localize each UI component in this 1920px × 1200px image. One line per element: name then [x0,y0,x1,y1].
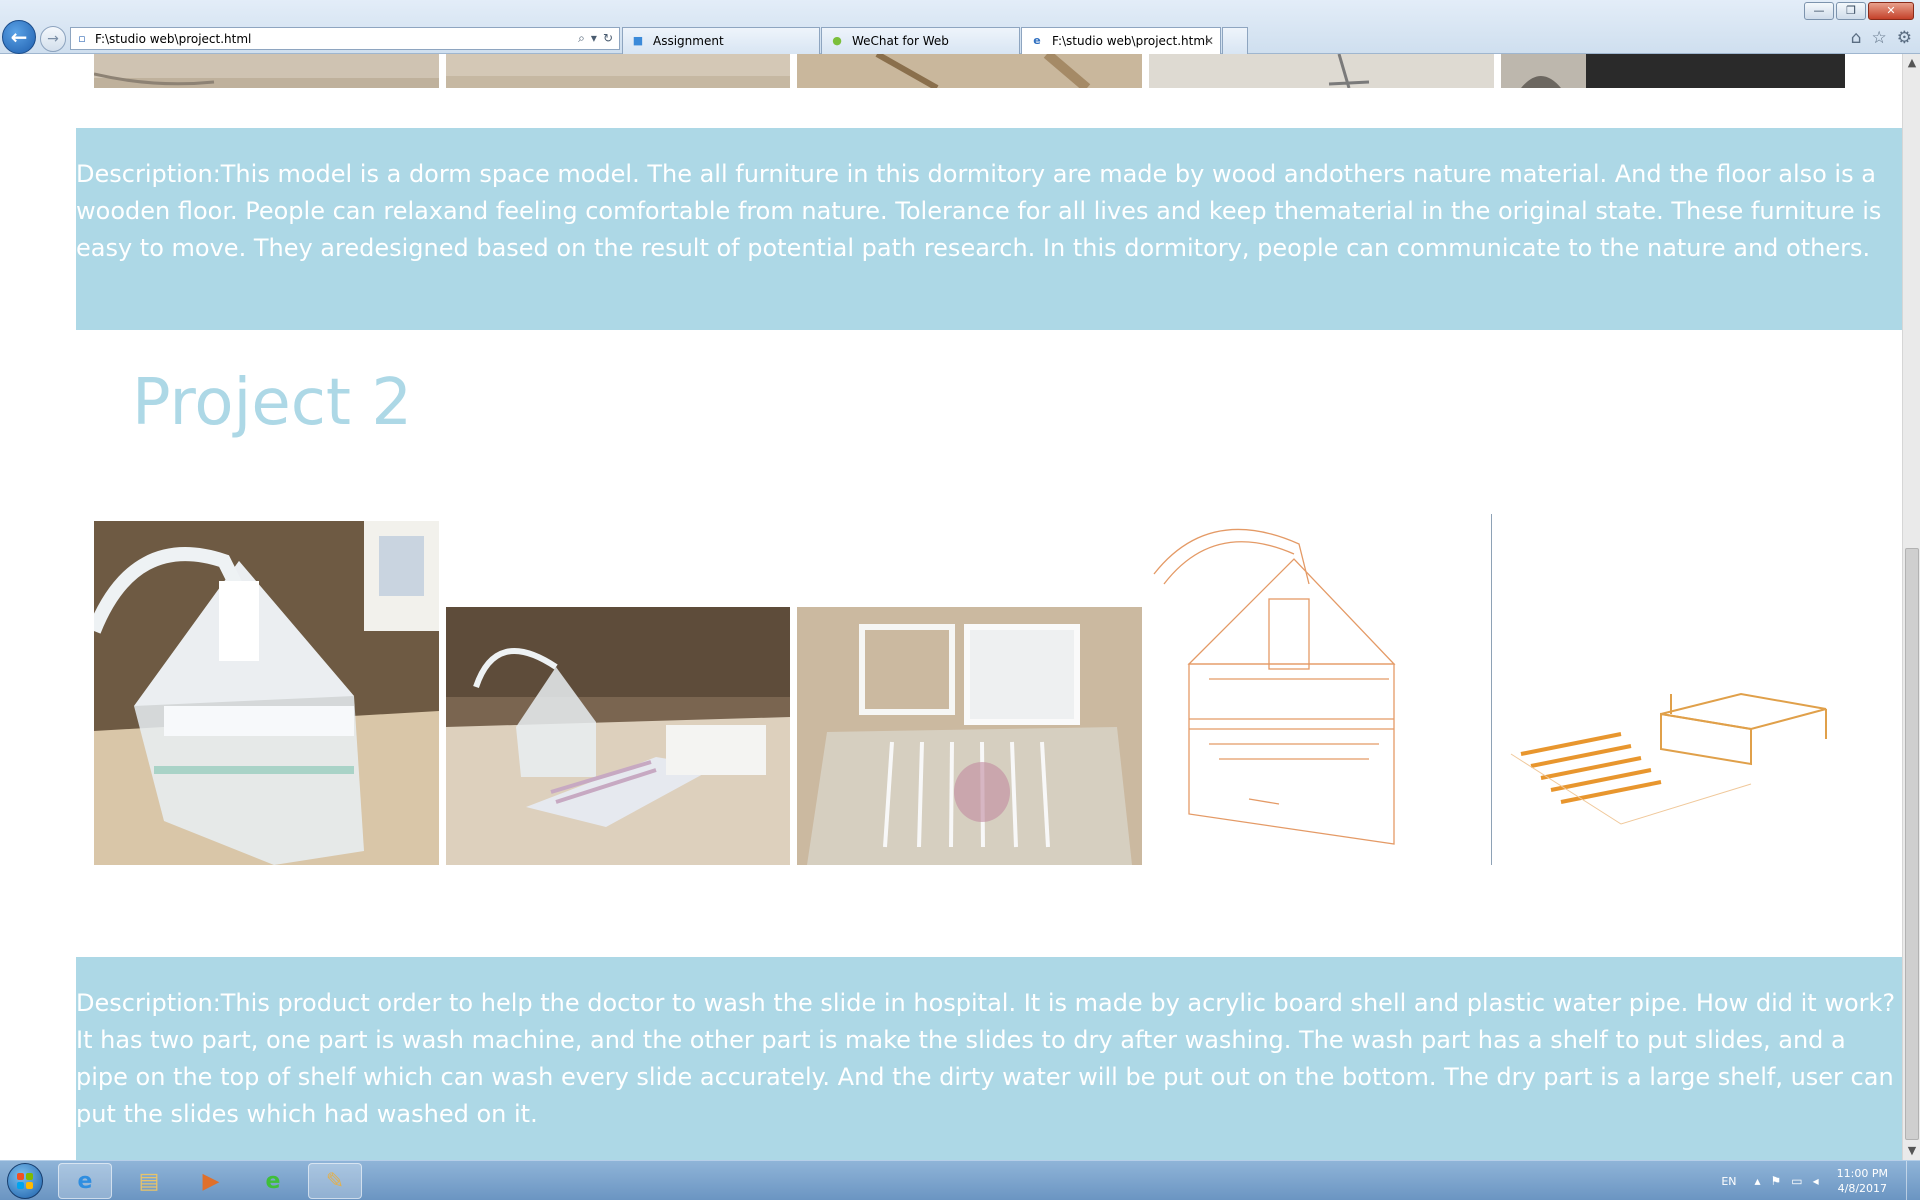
project1-photo-5 [1501,54,1845,88]
tab-wechat[interactable]: ● WeChat for Web [821,27,1020,54]
back-button[interactable]: ← [2,20,36,54]
settings-gear-icon[interactable]: ⚙ [1897,28,1912,48]
action-center-flag-icon[interactable]: ⚑ [1771,1174,1782,1188]
tab-label: WeChat for Web [852,34,949,48]
tab-project-html[interactable]: e F:\studio web\project.html ✕ [1021,27,1221,54]
clock[interactable]: 11:00 PM 4/8/2017 [1837,1166,1888,1196]
project2-photo-racks [797,607,1142,865]
restore-button[interactable]: ❐ [1836,2,1866,20]
home-icon[interactable]: ⌂ [1851,28,1862,48]
tab-label: F:\studio web\project.html [1052,34,1209,48]
start-button[interactable] [2,1161,48,1200]
browser-tools: ⌂ ☆ ⚙ [1851,28,1912,48]
taskbar-internet-explorer-icon[interactable]: e [58,1163,112,1199]
browser-chrome: — ❐ ✕ ← → ▫ F:\studio web\project.html ⌕… [0,0,1920,54]
dropdown-icon[interactable]: ▾ [591,31,597,46]
taskbar-paint-icon[interactable]: ✎ [308,1163,362,1199]
wechat-favicon-icon: ● [832,34,842,47]
taskbar-media-player-icon[interactable]: ▶ [184,1163,238,1199]
language-indicator[interactable]: EN [1721,1175,1736,1188]
project1-description: Description:This model is a dorm space m… [76,128,1902,330]
screen: — ❐ ✕ ← → ▫ F:\studio web\project.html ⌕… [0,0,1920,1200]
clock-date: 4/8/2017 [1837,1182,1888,1195]
show-desktop-button[interactable] [1906,1161,1920,1200]
taskbar-file-explorer-icon[interactable]: ▤ [122,1163,176,1199]
favorites-star-icon[interactable]: ☆ [1872,28,1887,48]
search-icon[interactable]: ⌕ [578,31,585,46]
address-actions: ⌕ ▾ ↻ [578,31,619,46]
web-page: Description:This model is a dorm space m… [0,54,1902,1160]
close-tab-icon[interactable]: ✕ [1204,34,1214,48]
windows-logo-icon [7,1163,43,1199]
network-icon[interactable]: ▭ [1791,1174,1802,1188]
project1-photo-2 [446,54,790,88]
volume-icon[interactable]: ◂ [1813,1174,1819,1188]
close-window-button[interactable]: ✕ [1868,2,1914,20]
project2-photo-washer [94,521,439,865]
ie-favicon-icon: e [1033,34,1041,47]
forward-arrow-icon: → [47,31,59,47]
back-arrow-icon: ← [10,25,28,49]
scroll-down-icon[interactable]: ▼ [1903,1142,1920,1160]
system-tray: EN ▴ ⚑ ▭ ◂ 11:00 PM 4/8/2017 [1721,1161,1920,1200]
page-favicon-icon: ▫ [78,31,86,45]
scrollbar-thumb[interactable] [1905,548,1919,1140]
address-bar[interactable]: ▫ F:\studio web\project.html ⌕ ▾ ↻ [70,27,620,50]
project2-sketch-washer [1149,514,1494,865]
tab-assignment[interactable]: ■ Assignment [622,27,820,54]
project2-title: Project 2 [132,366,413,440]
forward-button[interactable]: → [40,26,66,52]
project2-description: Description:This product order to help t… [76,957,1902,1160]
sketch-divider [1491,514,1492,865]
address-text[interactable]: F:\studio web\project.html [95,32,578,46]
taskbar: e ▤ ▶ e ✎ EN ▴ ⚑ ▭ ◂ 11:00 PM 4/8/2017 [0,1160,1920,1200]
show-hidden-icons-icon[interactable]: ▴ [1755,1174,1761,1188]
assignment-favicon-icon: ■ [632,34,644,47]
taskbar-browser-icon[interactable]: e [246,1163,300,1199]
project1-photo-4 [1149,54,1494,88]
project2-sketch-rack [1501,654,1845,865]
tray-icons: ▴ ⚑ ▭ ◂ [1755,1174,1819,1188]
refresh-icon[interactable]: ↻ [603,31,613,46]
tab-label: Assignment [653,34,724,48]
minimize-button[interactable]: — [1804,2,1834,20]
project2-photo-set [446,607,790,865]
window-controls: — ❐ ✕ [1804,2,1914,20]
clock-time: 11:00 PM [1836,1167,1888,1180]
new-tab-button[interactable] [1222,27,1248,54]
scroll-up-icon[interactable]: ▲ [1903,54,1920,72]
project1-photo-1 [94,54,439,88]
project1-photo-3 [797,54,1142,88]
vertical-scrollbar[interactable]: ▲ ▼ [1902,54,1920,1160]
